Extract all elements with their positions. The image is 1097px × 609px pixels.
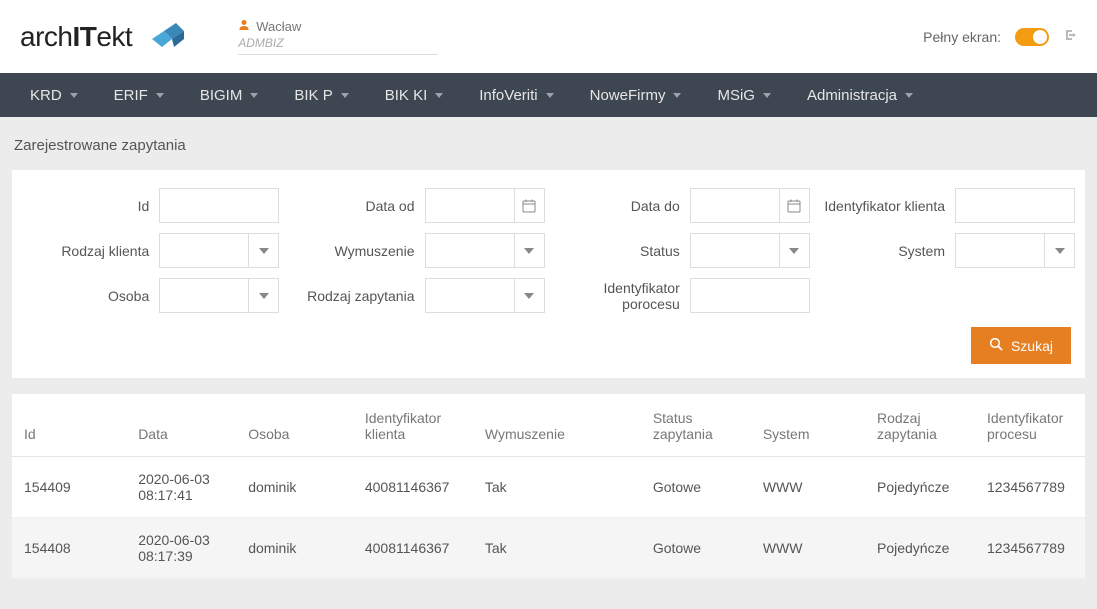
page-title: Zarejestrowane zapytania (14, 137, 1085, 154)
nav-item-nowefirmy[interactable]: NoweFirmy (572, 73, 700, 117)
chevron-down-icon[interactable] (514, 279, 544, 312)
search-icon (989, 337, 1003, 354)
calendar-icon[interactable] (514, 189, 544, 222)
label-data-od: Data od (287, 198, 414, 214)
navbar: KRD ERIF BIGIM BIK P BIK KI InfoVeriti N… (0, 73, 1097, 117)
col-wymuszenie[interactable]: Wymuszenie (473, 394, 641, 457)
label-wymuszenie: Wymuszenie (287, 243, 414, 259)
calendar-icon[interactable] (779, 189, 809, 222)
rodzaj-klienta-dropdown[interactable] (159, 233, 279, 268)
label-rodzaj-zapytania: Rodzaj zapytania (287, 288, 414, 304)
filter-panel: Id Data od Data do (12, 170, 1085, 378)
logo[interactable]: archITekt (20, 17, 238, 56)
chevron-down-icon[interactable] (514, 234, 544, 267)
page: Zarejestrowane zapytania Id Data od Data… (0, 117, 1097, 609)
col-ident-procesu[interactable]: Identyfikator procesu (975, 394, 1085, 457)
label-data-do: Data do (553, 198, 680, 214)
nav-item-erif[interactable]: ERIF (96, 73, 182, 117)
chevron-down-icon[interactable] (779, 234, 809, 267)
user-role: ADMBIZ (238, 36, 438, 50)
chevron-down-icon (763, 93, 771, 98)
col-osoba[interactable]: Osoba (236, 394, 353, 457)
label-rodzaj-klienta: Rodzaj klienta (22, 243, 149, 259)
table-row[interactable]: 154409 2020-06-03 08:17:41 dominik 40081… (12, 457, 1085, 518)
col-status[interactable]: Status zapytania (641, 394, 751, 457)
filter-buttons: Szukaj (22, 327, 1075, 364)
chevron-down-icon (341, 93, 349, 98)
label-id: Id (22, 198, 149, 214)
chevron-down-icon (250, 93, 258, 98)
ident-procesu-field[interactable] (690, 278, 810, 313)
fullscreen-toggle[interactable] (1015, 28, 1049, 46)
osoba-dropdown[interactable] (159, 278, 279, 313)
col-data[interactable]: Data (126, 394, 236, 457)
col-system[interactable]: System (751, 394, 865, 457)
chevron-down-icon (905, 93, 913, 98)
header-right: Pełny ekran: (923, 28, 1077, 46)
fullscreen-label: Pełny ekran: (923, 29, 1001, 45)
data-do-field[interactable] (690, 188, 810, 223)
col-rodzaj[interactable]: Rodzaj zapytania (865, 394, 975, 457)
chevron-down-icon (673, 93, 681, 98)
logo-icon (140, 17, 188, 56)
nav-item-bigim[interactable]: BIGIM (182, 73, 277, 117)
chevron-down-icon (70, 93, 78, 98)
system-dropdown[interactable] (955, 233, 1075, 268)
header: archITekt Wacław ADMBIZ Pełny ekran: (0, 0, 1097, 73)
table-row[interactable]: 154408 2020-06-03 08:17:39 dominik 40081… (12, 518, 1085, 579)
user-icon (238, 19, 250, 34)
label-status: Status (553, 243, 680, 259)
nav-item-administracja[interactable]: Administracja (789, 73, 931, 117)
user-block: Wacław ADMBIZ (238, 19, 438, 55)
label-ident-procesu: Identyfikator porocesu (553, 280, 680, 312)
chevron-down-icon (156, 93, 164, 98)
wymuszenie-dropdown[interactable] (425, 233, 545, 268)
nav-item-msig[interactable]: MSiG (699, 73, 789, 117)
logout-icon[interactable] (1063, 28, 1077, 45)
id-field[interactable] (159, 188, 279, 223)
user-name: Wacław (256, 19, 301, 34)
chevron-down-icon[interactable] (248, 279, 278, 312)
results-table: Id Data Osoba Identyfikator klienta Wymu… (12, 394, 1085, 579)
nav-item-bikki[interactable]: BIK KI (367, 73, 462, 117)
label-system: System (818, 243, 945, 259)
table-header-row: Id Data Osoba Identyfikator klienta Wymu… (12, 394, 1085, 457)
status-dropdown[interactable] (690, 233, 810, 268)
chevron-down-icon (435, 93, 443, 98)
chevron-down-icon[interactable] (1044, 234, 1074, 267)
col-ident-klienta[interactable]: Identyfikator klienta (353, 394, 473, 457)
nav-item-bikp[interactable]: BIK P (276, 73, 366, 117)
data-od-field[interactable] (425, 188, 545, 223)
search-button[interactable]: Szukaj (971, 327, 1071, 364)
filter-grid: Id Data od Data do (22, 188, 1075, 313)
rodzaj-zapytania-dropdown[interactable] (425, 278, 545, 313)
nav-item-krd[interactable]: KRD (12, 73, 96, 117)
label-ident-klienta: Identyfikator klienta (818, 198, 945, 214)
chevron-down-icon[interactable] (248, 234, 278, 267)
label-osoba: Osoba (22, 288, 149, 304)
user-name-line: Wacław (238, 19, 438, 34)
nav-item-infoveriti[interactable]: InfoVeriti (461, 73, 571, 117)
ident-klienta-field[interactable] (955, 188, 1075, 223)
chevron-down-icon (546, 93, 554, 98)
logo-text: archITekt (20, 21, 132, 53)
col-id[interactable]: Id (12, 394, 126, 457)
